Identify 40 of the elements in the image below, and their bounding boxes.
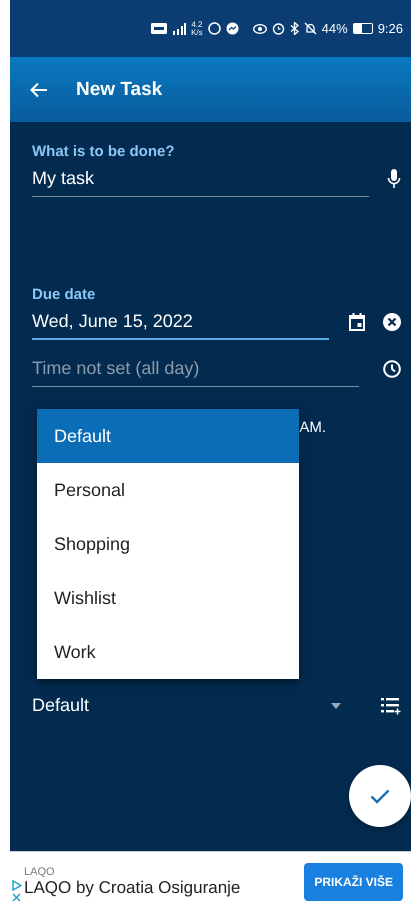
date-input[interactable]: Wed, June 15, 2022 <box>32 303 329 340</box>
field-label: Due date <box>32 286 96 303</box>
list-select[interactable]: Default <box>32 689 313 722</box>
chat-bubble-icon <box>208 22 221 35</box>
reminder-note: AM. <box>299 418 326 436</box>
advertiser-name: LAQO <box>24 866 56 878</box>
network-badge-icon <box>151 23 168 34</box>
ad-title: LAQO by Croatia Osiguranje <box>24 878 242 898</box>
battery-percent: 44% <box>322 21 348 36</box>
clear-icon[interactable] <box>383 312 401 330</box>
save-button[interactable] <box>349 765 411 827</box>
bell-off-icon <box>304 22 317 35</box>
dropdown-caret-icon[interactable] <box>331 702 341 708</box>
microphone-icon[interactable] <box>387 168 401 188</box>
calendar-icon[interactable] <box>349 312 365 330</box>
battery-icon <box>352 23 373 34</box>
screen-title: New Task <box>76 78 162 100</box>
clock-icon[interactable] <box>383 360 401 378</box>
menu-item[interactable]: Shopping <box>37 517 299 571</box>
signal-icon <box>172 22 186 34</box>
message-bubble-icon <box>226 22 239 35</box>
check-icon <box>370 788 390 804</box>
eye-icon <box>252 24 267 34</box>
clock-time: 9:26 <box>378 21 403 36</box>
time-input[interactable]: Time not set (all day) <box>32 350 359 387</box>
field-label: What is to be done? <box>32 143 176 160</box>
menu-item[interactable]: Work <box>37 625 299 679</box>
menu-item[interactable]: Default <box>37 409 299 463</box>
ad-button[interactable]: PRIKAŽI VIŠE <box>304 862 403 900</box>
task-input[interactable]: My task <box>32 160 369 197</box>
list-add-icon[interactable] <box>381 696 401 714</box>
speed-value: 4.2 <box>191 20 202 28</box>
menu-item[interactable]: Wishlist <box>37 571 299 625</box>
play-triangle-icon[interactable] <box>12 880 22 890</box>
close-icon[interactable] <box>12 892 21 902</box>
speed-unit: K/s <box>191 28 203 36</box>
bluetooth-icon <box>290 22 299 35</box>
menu-item[interactable]: Personal <box>37 463 299 517</box>
alarm-clock-icon <box>272 22 285 35</box>
back-arrow-icon[interactable] <box>30 82 48 98</box>
